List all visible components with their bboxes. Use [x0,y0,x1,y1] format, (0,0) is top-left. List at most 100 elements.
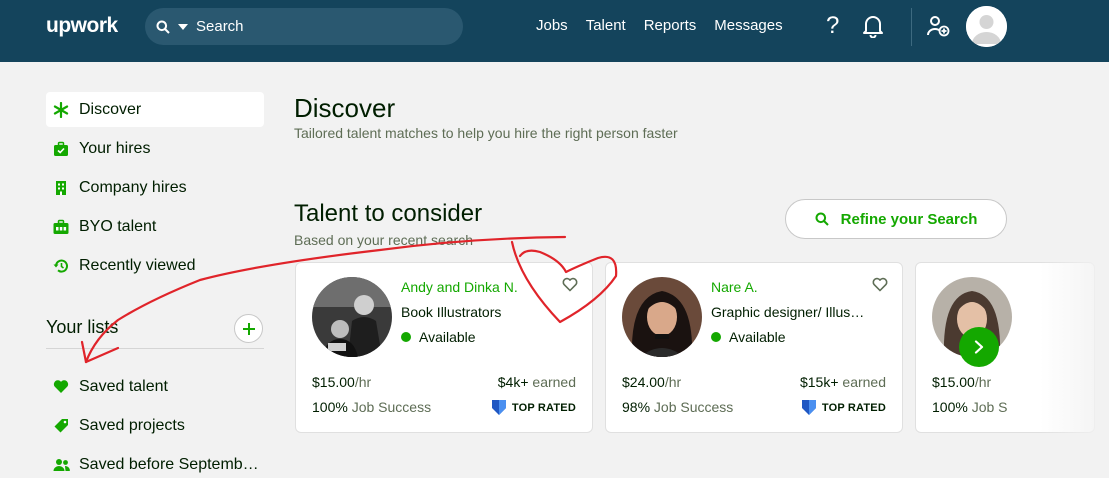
success-label: Job Success [347,399,432,415]
section-subtitle: Based on your recent search [294,232,473,248]
success-value: 98% [622,399,651,415]
search-icon [156,20,170,34]
refine-search-label: Refine your Search [840,210,978,228]
badge-shield-icon [491,400,506,415]
search-bar[interactable]: Search [145,8,463,45]
earned-label: earned [528,374,576,390]
add-user-icon[interactable] [926,14,950,43]
building-icon [52,179,70,197]
search-placeholder[interactable]: Search [196,18,244,35]
earned-value: $4k+ [497,374,529,390]
history-icon [52,257,70,275]
carousel-fade [1040,260,1109,436]
availability-status: Available [711,329,786,345]
badge-label: TOP RATED [821,401,886,414]
user-avatar[interactable] [966,6,1007,47]
chevron-down-icon[interactable] [178,23,188,31]
availability-status: Available [401,329,476,345]
top-rated-badge: TOP RATED [801,400,886,415]
sidebar-item-label: BYO talent [79,217,157,235]
nav-jobs[interactable]: Jobs [536,17,568,34]
search-icon [815,212,829,226]
refine-search-button[interactable]: Refine your Search [785,199,1007,239]
sidebar-item-your-hires[interactable]: Your hires [46,131,264,166]
sidebar-item-label: Recently viewed [79,256,196,274]
success-label: Job Success [650,399,734,415]
total-earned: $4k+ earned [498,374,576,390]
nav-talent[interactable]: Talent [586,17,626,34]
total-earned: $15k+ earned [800,374,886,390]
sidebar-item-discover[interactable]: Discover [46,92,264,127]
users-icon [52,456,70,474]
freelancer-title: Graphic designer/ Illus… [711,304,865,320]
sidebar-item-label: Saved projects [79,416,185,434]
job-success: 100% Job S [932,399,1008,415]
success-value: 100% [312,399,348,415]
talent-card[interactable]: Andy and Dinka N. Book Illustrators Avai… [295,262,593,433]
sidebar-item-saved-before[interactable]: Saved before Septemb… [46,447,264,478]
hourly-rate: $15.00/hr [312,374,371,390]
success-label: Job S [967,399,1008,415]
sidebar-item-recently-viewed[interactable]: Recently viewed [46,248,264,283]
sidebar-item-company-hires[interactable]: Company hires [46,170,264,205]
available-dot-icon [711,332,721,342]
freelancer-photo[interactable] [622,277,702,357]
sidebar-item-saved-talent[interactable]: Saved talent [46,369,264,404]
sidebar-item-label: Your hires [79,139,151,157]
chevron-right-icon [974,340,984,354]
success-value: 100% [932,399,968,415]
heart-icon [52,378,70,396]
rate-value: $15.00 [932,374,975,390]
asterisk-icon [52,101,70,119]
badge-shield-icon [801,400,816,415]
your-lists-heading: Your lists [46,317,119,337]
top-rated-badge: TOP RATED [491,400,576,415]
page-title: Discover [294,93,396,123]
freelancer-name[interactable]: Andy and Dinka N. [401,279,518,295]
sidebar-item-saved-projects[interactable]: Saved projects [46,408,264,443]
availability-label: Available [729,329,786,345]
available-dot-icon [401,332,411,342]
rate-unit: /hr [664,374,682,390]
heart-outline-icon[interactable] [562,277,578,297]
freelancer-photo[interactable] [312,277,392,357]
byo-briefcase-icon [52,218,70,236]
nav-reports[interactable]: Reports [644,17,697,34]
nav-divider [911,8,912,46]
upwork-logo[interactable]: upwork [46,14,118,38]
sidebar-item-label: Saved before Septemb… [79,455,259,473]
availability-label: Available [419,329,476,345]
freelancer-name[interactable]: Nare A. [711,279,758,295]
talent-card[interactable]: Nare A. Graphic designer/ Illus… Availab… [605,262,903,433]
rate-unit: /hr [354,374,372,390]
sidebar-item-label: Discover [79,100,142,118]
main-nav: Jobs Talent Reports Messages [536,17,801,34]
section-title: Talent to consider [294,200,483,227]
add-list-button[interactable] [234,314,263,343]
sidebar-item-label: Saved talent [79,377,168,395]
sidebar-item-byo-talent[interactable]: BYO talent [46,209,264,244]
page-subtitle: Tailored talent matches to help you hire… [294,125,678,141]
plus-icon [242,322,255,335]
briefcase-check-icon [52,140,70,158]
help-icon[interactable]: ? [826,12,839,40]
freelancer-title: Book Illustrators [401,304,502,320]
earned-value: $15k+ [799,374,839,390]
earned-label: earned [838,374,886,390]
bell-icon[interactable] [862,14,884,43]
rate-value: $24.00 [622,374,665,390]
rate-value: $15.00 [312,374,355,390]
rate-unit: /hr [974,374,992,390]
heart-outline-icon[interactable] [872,277,888,297]
carousel-next-button[interactable] [959,327,999,367]
job-success: 98% Job Success [622,399,733,415]
sidebar-item-label: Company hires [79,178,187,196]
nav-messages[interactable]: Messages [714,17,782,34]
hourly-rate: $15.00/hr [932,374,991,390]
job-success: 100% Job Success [312,399,431,415]
tag-icon [52,417,70,435]
badge-label: TOP RATED [511,401,576,414]
top-navigation-bar: upwork Search Jobs Talent Reports Messag… [0,0,1109,62]
lists-divider [46,348,264,349]
hourly-rate: $24.00/hr [622,374,681,390]
